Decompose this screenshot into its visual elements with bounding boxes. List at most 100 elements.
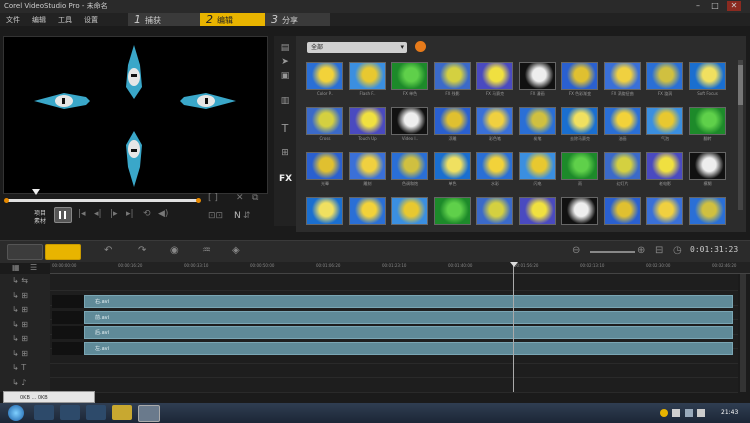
filter-thumbnail[interactable] (603, 62, 641, 90)
copy-icon[interactable]: ⧉ (252, 193, 258, 203)
filter-thumbnail[interactable] (391, 152, 428, 180)
filter-thumbnail[interactable] (433, 197, 471, 225)
fullscreen-icon[interactable]: ⊡⊡ (208, 211, 223, 221)
repeat-icon[interactable]: ⟲ (143, 209, 151, 219)
auto-music-icon[interactable]: ◈ (232, 245, 240, 256)
track-manager-icon[interactable]: ▦ (12, 263, 20, 272)
minimize-button[interactable]: – (691, 1, 705, 11)
filter-thumbnail[interactable] (518, 107, 556, 135)
trim-end-marker[interactable] (196, 198, 201, 203)
prev-frame-icon[interactable]: ◂| (94, 209, 102, 219)
scrubber-track[interactable] (8, 199, 198, 202)
playhead-line[interactable] (513, 262, 514, 392)
trim-start-marker[interactable] (4, 198, 9, 203)
filter-thumbnail[interactable] (603, 197, 641, 225)
filter-thumbnail[interactable] (688, 152, 726, 180)
next-frame-icon[interactable]: |▸ (110, 209, 118, 219)
zoom-in-icon[interactable]: ⊕ (637, 245, 645, 256)
transition-icon[interactable]: ▥ (279, 96, 291, 106)
library-settings-icon[interactable] (415, 41, 426, 52)
filter-thumbnail[interactable] (348, 197, 386, 225)
filter-thumbnail[interactable] (476, 107, 513, 135)
media-icon[interactable]: ▤ (279, 43, 291, 53)
tray-volume-icon[interactable] (697, 409, 705, 417)
tab-capture[interactable]: 1 捕获 (128, 13, 200, 26)
mode-clip[interactable]: 素材 (34, 216, 46, 225)
filter-thumbnail[interactable] (646, 197, 683, 225)
timecode-mode[interactable]: N (234, 211, 241, 221)
instant-project-icon[interactable]: ▣ (279, 71, 291, 81)
filter-thumbnail[interactable] (391, 62, 428, 90)
filter-thumbnail[interactable] (391, 197, 428, 225)
filter-thumbnail[interactable] (518, 152, 556, 180)
tab-edit[interactable]: 2 编辑 (200, 13, 265, 26)
chapter-icon[interactable]: ☰ (30, 263, 37, 272)
track-header-icon[interactable]: ↳ T (12, 363, 42, 374)
track-header-icon[interactable]: ↳ ♪ (12, 378, 42, 389)
filter-thumbnail[interactable] (561, 107, 598, 135)
tab-share[interactable]: 3 分享 (265, 13, 330, 26)
filter-thumbnail[interactable] (646, 152, 683, 180)
timeline-view-button[interactable] (45, 244, 81, 260)
mark-in-out-brackets[interactable]: [ ] (208, 193, 218, 203)
filter-thumbnail[interactable] (433, 107, 471, 135)
filter-thumbnail[interactable] (348, 107, 386, 135)
menu-settings[interactable]: 设置 (84, 15, 98, 25)
category-dropdown[interactable]: 全部 (307, 42, 407, 53)
track-header-icon[interactable]: ↳ ⊞ (12, 320, 42, 331)
track-row[interactable] (50, 363, 738, 378)
end-icon[interactable]: ▸| (126, 209, 134, 219)
filter-thumbnail[interactable] (476, 197, 513, 225)
filter-thumbnail[interactable] (603, 152, 641, 180)
timeline-scrollbar[interactable] (740, 274, 746, 392)
taskbar-videostudio-icon[interactable] (138, 405, 160, 422)
tray-network-icon[interactable] (685, 409, 693, 417)
filter-thumbnail[interactable] (561, 152, 598, 180)
video-clip[interactable]: 右.avi (84, 295, 733, 308)
filter-thumbnail[interactable] (688, 107, 726, 135)
record-capture-icon[interactable]: ◉ (170, 245, 179, 256)
maximize-button[interactable]: □ (708, 1, 722, 11)
zoom-out-icon[interactable]: ⊖ (572, 245, 580, 256)
filter-thumbnail[interactable] (561, 197, 598, 225)
track-header-icon[interactable]: ↳ ⊞ (12, 334, 42, 345)
scrubber-handle[interactable] (32, 189, 40, 195)
filter-thumbnail[interactable] (561, 62, 598, 90)
start-button[interactable] (8, 405, 24, 421)
filter-thumbnail[interactable] (306, 62, 343, 90)
taskbar-folder-icon[interactable] (112, 405, 132, 420)
track-header-icon[interactable]: ↳ ⇆ (12, 276, 42, 287)
volume-icon[interactable]: ◀) (158, 209, 168, 219)
filter-thumbnail[interactable] (518, 62, 556, 90)
filter-thumbnail[interactable] (518, 197, 556, 225)
track-header-icon[interactable]: ↳ ⊞ (12, 305, 42, 316)
filter-thumbnail[interactable] (646, 107, 683, 135)
taskbar-ie-icon[interactable] (34, 405, 54, 420)
filter-thumbnail[interactable] (391, 107, 428, 135)
filter-fx-icon[interactable]: FX (279, 174, 292, 184)
title-icon[interactable]: T (279, 122, 291, 135)
split-icon[interactable]: ✕ (236, 193, 244, 203)
library-scroll-thumb[interactable] (738, 65, 743, 105)
video-clip[interactable]: 后.avi (84, 326, 733, 339)
close-button[interactable]: ✕ (727, 1, 741, 11)
fit-project-icon[interactable]: ⊟ (655, 245, 663, 256)
clock-icon[interactable]: ◷ (673, 245, 682, 256)
filter-thumbnail[interactable] (433, 152, 471, 180)
taskbar-ie2-icon[interactable] (60, 405, 80, 420)
track-row[interactable] (50, 276, 738, 291)
filter-thumbnail[interactable] (688, 62, 726, 90)
video-clip[interactable]: 前.avi (84, 310, 733, 324)
video-clip[interactable]: 左.avi (84, 341, 733, 355)
track-header-icon[interactable]: ↳ ⊞ (12, 291, 42, 302)
preview-window[interactable] (3, 36, 268, 194)
redo-icon[interactable]: ↷ (138, 245, 146, 256)
play-pause-button[interactable] (54, 207, 72, 223)
menu-edit[interactable]: 编辑 (32, 15, 46, 25)
filter-thumbnail[interactable] (306, 197, 343, 225)
track-row[interactable] (50, 378, 738, 393)
zoom-slider[interactable] (590, 251, 635, 253)
taskbar-explorer-icon[interactable] (86, 405, 106, 420)
playhead-handle[interactable] (510, 262, 518, 267)
sound-mixer-icon[interactable]: ♒ (202, 245, 211, 256)
